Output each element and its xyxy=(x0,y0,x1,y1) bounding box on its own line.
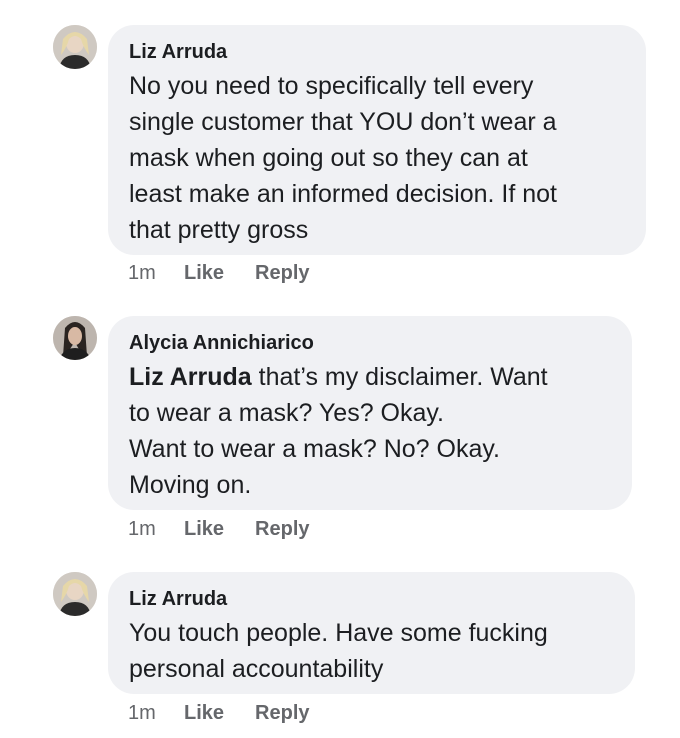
mention-link[interactable]: Liz Arruda xyxy=(129,363,252,391)
comment-bubble: Liz Arruda No you need to specifically t… xyxy=(108,25,646,255)
comment-timestamp[interactable]: 1m xyxy=(128,517,184,541)
comment-text: No you need to specifically tell every s… xyxy=(129,68,626,248)
like-button[interactable]: Like xyxy=(184,517,224,541)
comment-line: Want to wear a mask? No? Okay. xyxy=(129,435,500,463)
comment-line: You touch people. Have some fucking xyxy=(129,619,548,647)
comment-author[interactable]: Liz Arruda xyxy=(129,39,626,65)
reply-button[interactable]: Reply xyxy=(255,517,309,541)
profile-photo-icon xyxy=(53,316,97,360)
reply-button[interactable]: Reply xyxy=(255,701,309,725)
comment-text: You touch people. Have some fucking pers… xyxy=(129,615,615,687)
comment-author[interactable]: Alycia Annichiarico xyxy=(129,330,612,356)
avatar[interactable] xyxy=(53,25,97,69)
comment-line: mask when going out so they can at xyxy=(129,144,528,172)
comment-line: Liz Arruda that’s my disclaimer. Want xyxy=(129,359,612,395)
comment-bubble: Liz Arruda You touch people. Have some f… xyxy=(108,572,635,694)
comment-text: Liz Arruda that’s my disclaimer. Want to… xyxy=(129,359,612,503)
profile-photo-icon xyxy=(53,25,97,69)
comment-actions: 1m Like Reply xyxy=(128,701,341,725)
avatar[interactable] xyxy=(53,316,97,360)
comment-line: No you need to specifically tell every xyxy=(129,72,534,100)
like-button[interactable]: Like xyxy=(184,261,224,285)
comment-line: that pretty gross xyxy=(129,216,309,244)
comment-line: personal accountability xyxy=(129,655,384,683)
comment-actions: 1m Like Reply xyxy=(128,261,341,285)
comment-timestamp[interactable]: 1m xyxy=(128,701,184,725)
avatar[interactable] xyxy=(53,572,97,616)
comment-actions: 1m Like Reply xyxy=(128,517,341,541)
comment-line: to wear a mask? Yes? Okay. xyxy=(129,399,444,427)
comment-bubble: Alycia Annichiarico Liz Arruda that’s my… xyxy=(108,316,632,510)
reply-button[interactable]: Reply xyxy=(255,261,309,285)
like-button[interactable]: Like xyxy=(184,701,224,725)
profile-photo-icon xyxy=(53,572,97,616)
comment-line-text: that’s my disclaimer. Want xyxy=(251,363,548,391)
comment-line: least make an informed decision. If not xyxy=(129,180,558,208)
comment-line: single customer that YOU don’t wear a xyxy=(129,108,557,136)
comment-author[interactable]: Liz Arruda xyxy=(129,586,615,612)
comment-line: Moving on. xyxy=(129,471,252,499)
comment-timestamp[interactable]: 1m xyxy=(128,261,184,285)
